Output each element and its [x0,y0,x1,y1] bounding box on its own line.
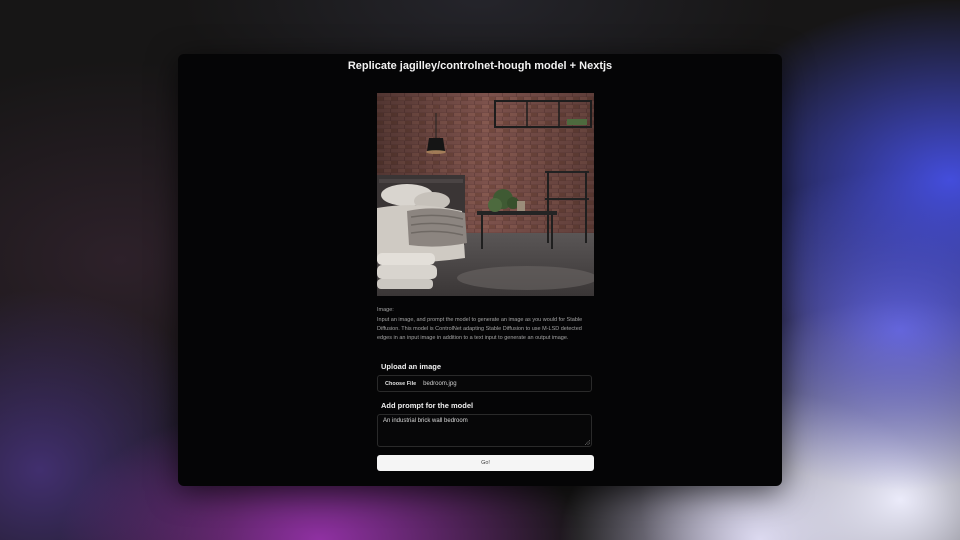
bedroom-photo-icon [377,93,594,296]
generated-image [377,93,594,296]
resize-grip-icon[interactable] [585,440,590,445]
prompt-textarea[interactable]: An industrial brick wall bedroom [377,414,592,447]
upload-section-label: Upload an image [381,362,442,371]
prompt-text: An industrial brick wall bedroom [383,418,468,424]
image-label: Image: [377,307,394,313]
submit-button[interactable]: Go! [377,455,594,471]
app-window: Replicate jagilley/controlnet-hough mode… [178,54,782,486]
model-description: Input an image, and prompt the model to … [377,317,583,341]
file-input[interactable]: Choose File bedroom.jpg [377,375,592,392]
choose-file-button[interactable]: Choose File [385,381,416,387]
page-title: Replicate jagilley/controlnet-hough mode… [347,60,613,72]
prompt-section-label: Add prompt for the model [381,401,474,410]
selected-file-name: bedroom.jpg [423,380,457,387]
